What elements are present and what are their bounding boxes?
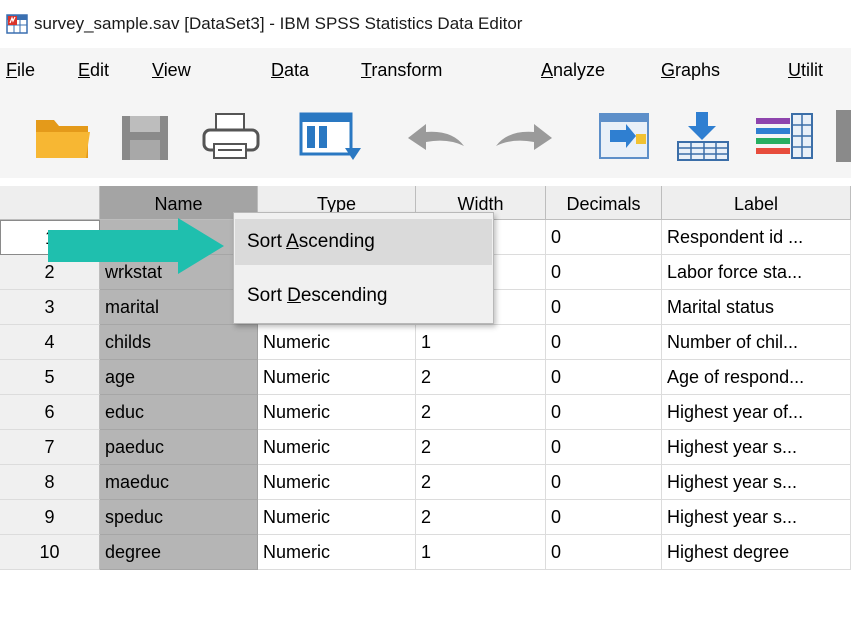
cell-decimals[interactable]: 0 (546, 290, 662, 325)
window-title: survey_sample.sav [DataSet3] - IBM SPSS … (34, 14, 523, 33)
menu-analyze[interactable]: Analyze (541, 60, 605, 81)
cell-type[interactable]: Numeric (258, 395, 416, 430)
row-number[interactable]: 7 (0, 430, 100, 465)
insert-variable-icon[interactable] (754, 108, 814, 164)
menu-edit[interactable]: Edit (78, 60, 109, 81)
undo-icon[interactable] (402, 108, 468, 164)
cell-width[interactable]: 2 (416, 360, 546, 395)
cell-decimals[interactable]: 0 (546, 255, 662, 290)
cell-label[interactable]: Highest year s... (662, 465, 851, 500)
row-number[interactable]: 3 (0, 290, 100, 325)
table-row: 7 paeduc Numeric 2 0 Highest year s... (0, 430, 851, 465)
cell-name[interactable]: educ (100, 395, 258, 430)
cell-decimals[interactable]: 0 (546, 395, 662, 430)
cell-type[interactable]: Numeric (258, 465, 416, 500)
table-row: 9 speduc Numeric 2 0 Highest year s... (0, 500, 851, 535)
menu-graphs[interactable]: Graphs (661, 60, 720, 81)
column-header-label[interactable]: Label (662, 186, 851, 220)
table-row: 5 age Numeric 2 0 Age of respond... (0, 360, 851, 395)
cell-name[interactable]: age (100, 360, 258, 395)
cell-width[interactable]: 2 (416, 465, 546, 500)
cell-name[interactable]: speduc (100, 500, 258, 535)
cell-label[interactable]: Highest year of... (662, 395, 851, 430)
cell-decimals[interactable]: 0 (546, 430, 662, 465)
column-header-decimals[interactable]: Decimals (546, 186, 662, 220)
menu-utilities[interactable]: Utilit (788, 60, 823, 81)
cell-label[interactable]: Number of chil... (662, 325, 851, 360)
row-number[interactable]: 8 (0, 465, 100, 500)
row-number[interactable]: 5 (0, 360, 100, 395)
title-bar: survey_sample.sav [DataSet3] - IBM SPSS … (0, 0, 851, 48)
menu-file[interactable]: File (6, 60, 35, 81)
cell-width[interactable]: 1 (416, 535, 546, 570)
sort-descending-item[interactable]: Sort Descending (235, 273, 492, 319)
sort-ascending-item[interactable]: Sort Ascending (235, 219, 492, 265)
cell-type[interactable]: Numeric (258, 500, 416, 535)
cell-decimals[interactable]: 0 (546, 325, 662, 360)
cell-width[interactable]: 2 (416, 500, 546, 535)
toolbar-overflow-icon (836, 110, 851, 162)
open-folder-icon[interactable] (32, 108, 94, 164)
cell-width[interactable]: 2 (416, 395, 546, 430)
cell-label[interactable]: Highest year s... (662, 430, 851, 465)
cell-decimals[interactable]: 0 (546, 220, 662, 255)
table-row: 10 degree Numeric 1 0 Highest degree (0, 535, 851, 570)
spss-data-editor-icon (6, 14, 28, 34)
table-row: 8 maeduc Numeric 2 0 Highest year s... (0, 465, 851, 500)
cell-label[interactable]: Highest year s... (662, 500, 851, 535)
cell-label[interactable]: Respondent id ... (662, 220, 851, 255)
cell-type[interactable]: Numeric (258, 325, 416, 360)
cell-name[interactable]: paeduc (100, 430, 258, 465)
corner-header (0, 186, 100, 220)
cell-decimals[interactable]: 0 (546, 360, 662, 395)
menu-bar: File Edit View Data Transform Analyze Gr… (0, 48, 851, 94)
row-number[interactable]: 10 (0, 535, 100, 570)
print-icon[interactable] (198, 108, 264, 164)
menu-view[interactable]: View (152, 60, 191, 81)
table-row: 4 childs Numeric 1 0 Number of chil... (0, 325, 851, 360)
cell-name[interactable]: degree (100, 535, 258, 570)
cell-label[interactable]: Highest degree (662, 535, 851, 570)
table-row: 6 educ Numeric 2 0 Highest year of... (0, 395, 851, 430)
redo-icon[interactable] (492, 108, 558, 164)
sort-context-menu: Sort Ascending Sort Descending (233, 212, 494, 324)
cell-decimals[interactable]: 0 (546, 465, 662, 500)
cell-decimals[interactable]: 0 (546, 500, 662, 535)
cell-width[interactable]: 1 (416, 325, 546, 360)
cell-width[interactable]: 2 (416, 430, 546, 465)
cell-type[interactable]: Numeric (258, 535, 416, 570)
go-to-case-icon[interactable] (596, 108, 654, 164)
row-number[interactable]: 6 (0, 395, 100, 430)
menu-transform[interactable]: Transform (361, 60, 442, 81)
cell-label[interactable]: Marital status (662, 290, 851, 325)
dialog-recall-icon[interactable] (295, 108, 365, 164)
insert-cases-icon[interactable] (674, 108, 732, 164)
cell-decimals[interactable]: 0 (546, 535, 662, 570)
cell-type[interactable]: Numeric (258, 430, 416, 465)
cell-label[interactable]: Labor force sta... (662, 255, 851, 290)
cell-name[interactable]: maeduc (100, 465, 258, 500)
arrow-pointer-icon (48, 218, 224, 274)
cell-type[interactable]: Numeric (258, 360, 416, 395)
row-number[interactable]: 9 (0, 500, 100, 535)
row-number[interactable]: 4 (0, 325, 100, 360)
cell-label[interactable]: Age of respond... (662, 360, 851, 395)
save-icon[interactable] (118, 108, 174, 164)
menu-data[interactable]: Data (271, 60, 309, 81)
cell-name[interactable]: childs (100, 325, 258, 360)
